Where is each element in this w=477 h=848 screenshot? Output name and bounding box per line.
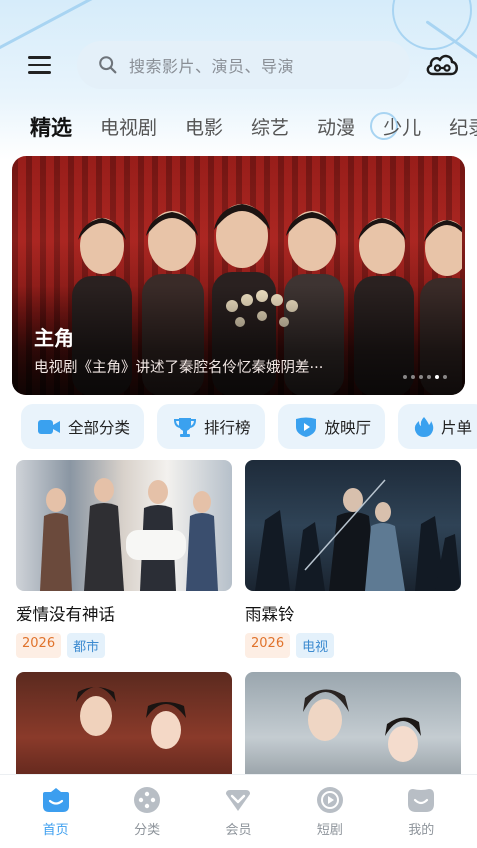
carousel-dot — [419, 375, 423, 379]
video-camera-icon — [38, 419, 60, 434]
profile-icon — [408, 788, 435, 812]
carousel-dot — [427, 375, 431, 379]
nav-label: 短剧 — [316, 822, 343, 838]
screening-room-button[interactable]: 放映厅 — [277, 404, 386, 449]
ranking-button[interactable]: 排行榜 — [157, 404, 265, 449]
playlist-button[interactable]: 片单 — [398, 404, 477, 449]
flame-icon — [414, 416, 434, 437]
menu-button[interactable] — [22, 50, 56, 80]
tab-tv-series[interactable]: 电视剧 — [100, 108, 157, 148]
quick-actions: 全部分类 排行榜 放映厅 片单 — [21, 404, 477, 450]
trophy-icon — [174, 417, 197, 437]
chip-label: 全部分类 — [68, 418, 131, 437]
category-icon — [134, 786, 161, 813]
nav-home[interactable]: 首页 — [21, 786, 91, 838]
banner-title: 主角 — [34, 326, 74, 350]
play-shield-icon — [295, 417, 316, 437]
featured-banner[interactable]: 主角 电视剧《主角》讲述了秦腔名伶忆秦娥阴差··· — [12, 156, 465, 395]
tab-anime[interactable]: 动漫 — [317, 108, 355, 148]
menu-icon-bar — [27, 63, 51, 67]
year-tag: 2026 — [16, 633, 62, 658]
carousel-dot-active — [435, 375, 439, 379]
nav-short-drama[interactable]: 短剧 — [295, 786, 365, 838]
top-bar: 搜索影片、演员、导演 — [0, 40, 477, 92]
home-icon — [42, 787, 69, 812]
tab-variety[interactable]: 综艺 — [251, 108, 289, 148]
poster-image — [16, 460, 232, 591]
card-title: 雨霖铃 — [245, 605, 295, 624]
tab-featured[interactable]: 精选 — [30, 108, 72, 148]
banner-description: 电视剧《主角》讲述了秦腔名伶忆秦娥阴差··· — [34, 360, 324, 376]
search-icon — [99, 56, 117, 74]
nav-vip[interactable]: 会员 — [203, 786, 273, 838]
chip-label: 片单 — [441, 418, 473, 437]
year-tag: 2026 — [245, 633, 291, 658]
carousel-dot — [403, 375, 407, 379]
nav-label: 会员 — [225, 822, 252, 838]
nav-category[interactable]: 分类 — [112, 786, 182, 838]
search-input[interactable]: 搜索影片、演员、导演 — [77, 41, 410, 89]
genre-tag: 都市 — [67, 633, 106, 658]
carousel-dot — [443, 375, 447, 379]
poster-image — [245, 460, 461, 591]
bottom-navigation: 首页 分类 会员 短剧 我的 — [0, 774, 477, 848]
nav-label: 我的 — [408, 822, 435, 838]
carousel-dot — [411, 375, 415, 379]
tab-documentary[interactable]: 纪录 — [449, 108, 477, 148]
banner-gradient — [12, 285, 465, 395]
vip-icon — [226, 789, 251, 811]
search-placeholder: 搜索影片、演员、导演 — [129, 57, 295, 76]
nav-label: 首页 — [42, 822, 69, 838]
nav-label: 分类 — [134, 822, 161, 838]
cloud-sync-icon[interactable] — [424, 48, 460, 82]
poster-art — [40, 478, 218, 591]
menu-icon-bar — [27, 56, 51, 59]
play-circle-icon — [316, 786, 343, 813]
carousel-indicator — [403, 375, 447, 379]
all-categories-button[interactable]: 全部分类 — [21, 404, 145, 449]
chip-label: 排行榜 — [204, 418, 251, 437]
chip-label: 放映厅 — [324, 418, 372, 437]
genre-tag: 电视 — [296, 633, 335, 658]
card-tags: 2026 都市 — [16, 633, 232, 658]
card-title: 爱情没有神话 — [16, 605, 115, 624]
menu-icon-bar — [27, 71, 51, 74]
nav-profile[interactable]: 我的 — [386, 786, 456, 838]
tab-movies[interactable]: 电影 — [185, 108, 223, 148]
poster-art — [255, 479, 461, 591]
content-card[interactable]: 爱情没有神话 2026 都市 — [16, 460, 232, 658]
category-tabs: 精选 电视剧 电影 综艺 动漫 少儿 纪录 — [0, 108, 477, 148]
tab-kids[interactable]: 少儿 — [383, 108, 421, 148]
content-card[interactable]: 雨霖铃 2026 电视 — [245, 460, 461, 658]
card-tags: 2026 电视 — [245, 633, 461, 658]
